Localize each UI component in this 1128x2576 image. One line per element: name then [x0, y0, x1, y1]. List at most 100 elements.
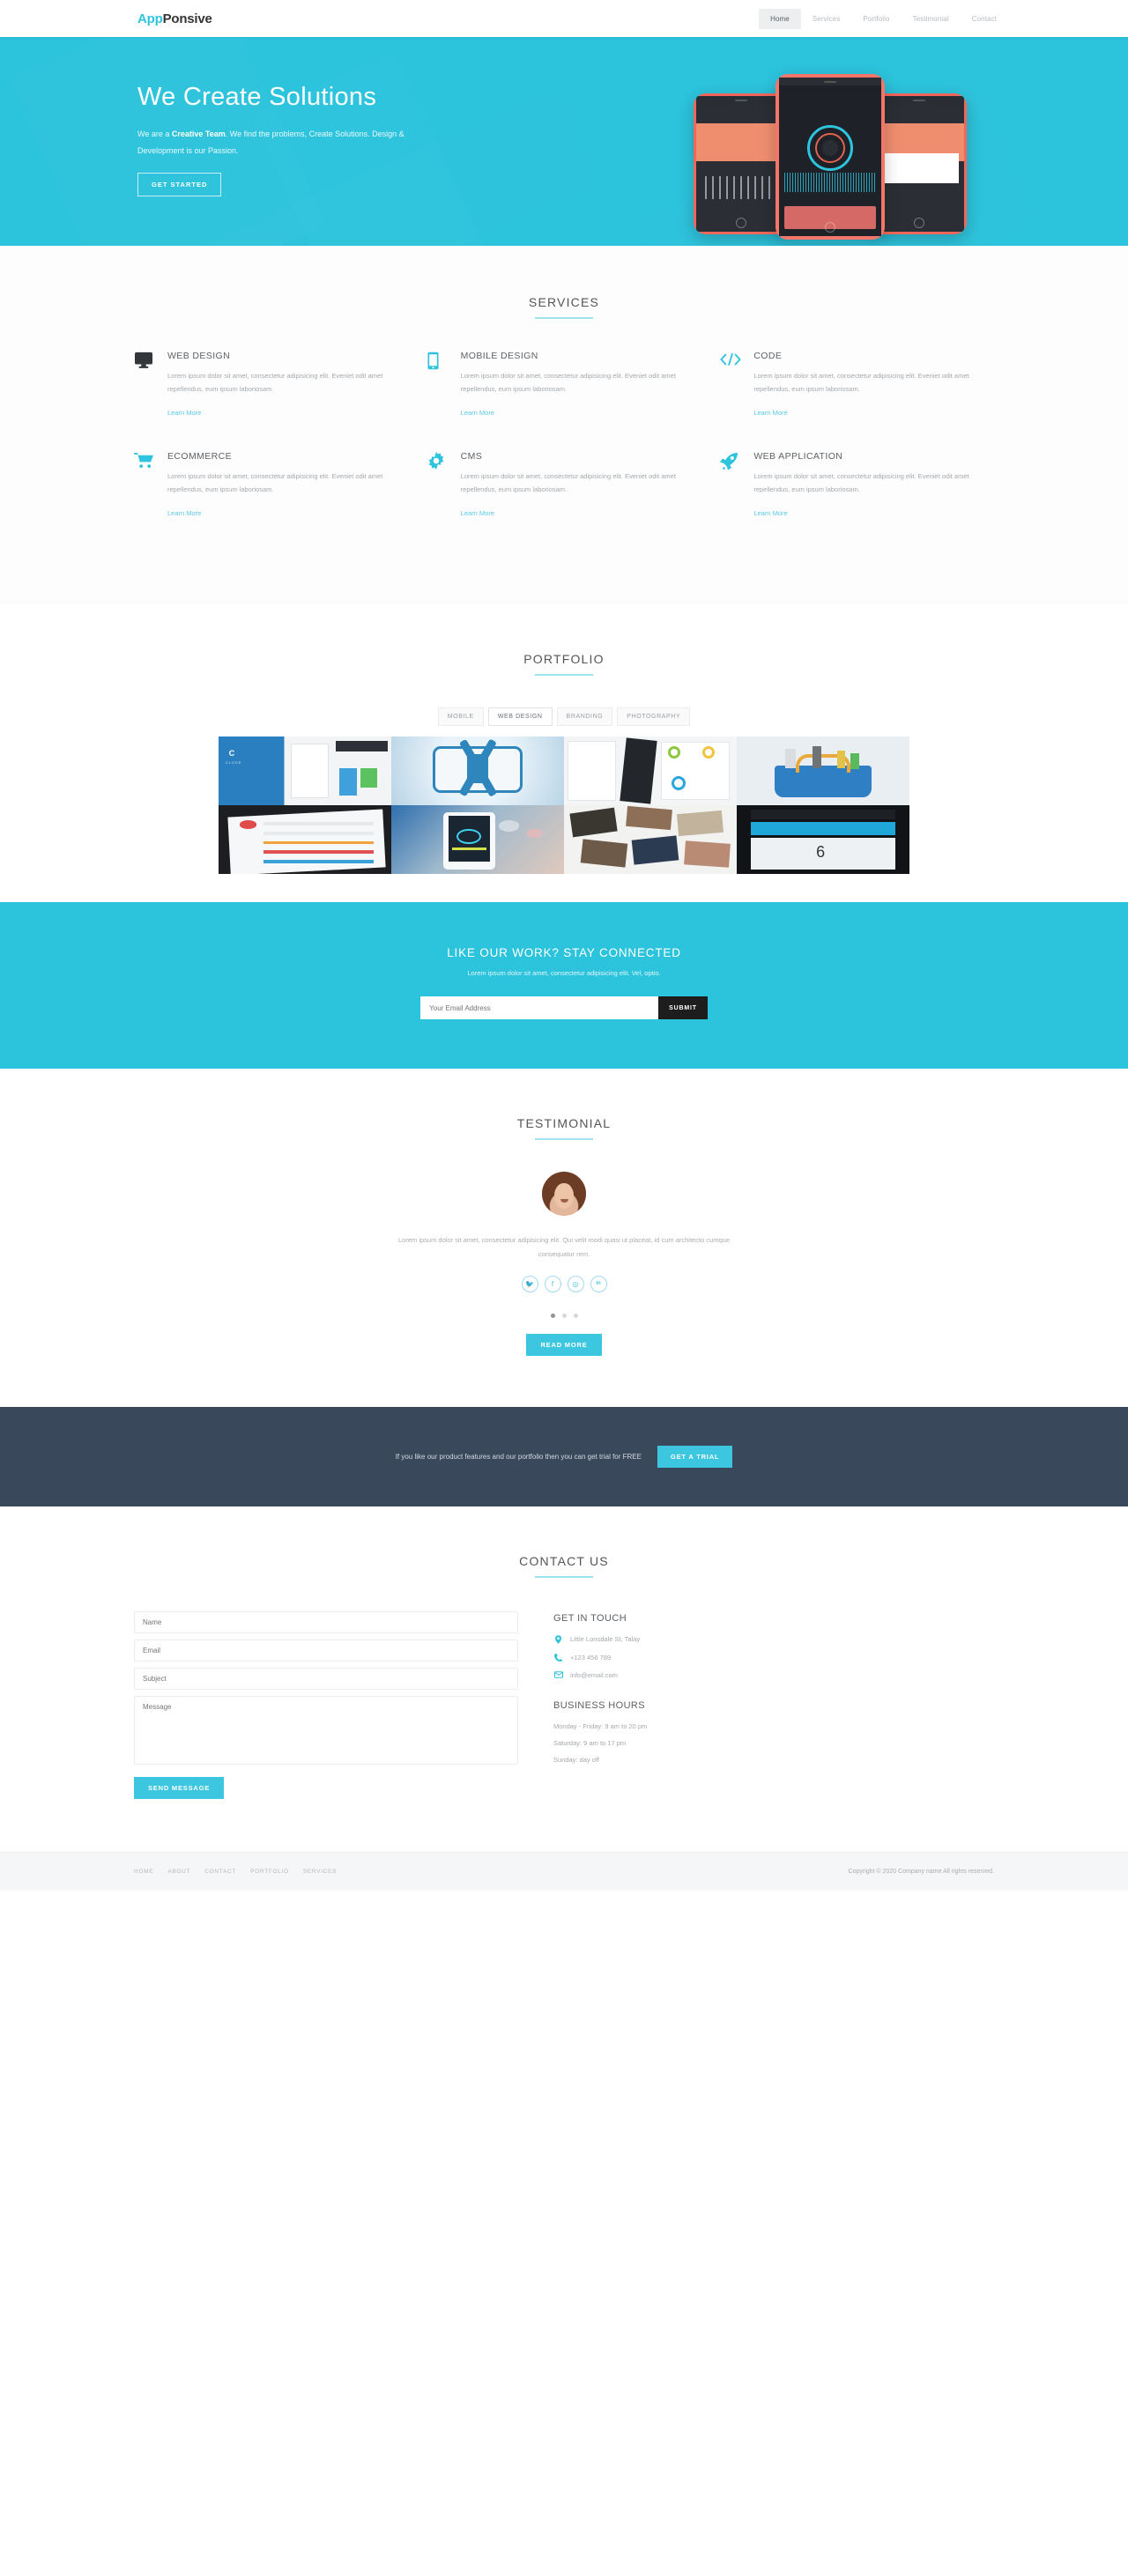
name-field[interactable]	[134, 1610, 518, 1633]
portfolio-item-toolbag-icon[interactable]	[737, 737, 909, 805]
nav-item-testimonial[interactable]: Testimonial	[902, 9, 961, 29]
twitter-icon[interactable]: 🐦	[521, 1275, 538, 1292]
read-more-button[interactable]: READ MORE	[526, 1333, 602, 1356]
phone-left	[694, 93, 789, 234]
copyright-text: Copyright © 2020 Company name All rights…	[848, 1869, 994, 1875]
filter-mobile[interactable]: MOBILE	[437, 707, 484, 726]
phone-center	[776, 74, 885, 240]
phone-text: +123 456 789	[570, 1653, 612, 1662]
footer-link-services[interactable]: SERVICES	[303, 1869, 337, 1875]
heading-rule	[535, 674, 593, 676]
address-text: Little Lonsdale St, Talay	[570, 1635, 641, 1643]
service-learn-more-link[interactable]: Learn More	[167, 509, 201, 517]
email-row: info@email.com	[553, 1671, 647, 1679]
newsletter-form: SUBMIT	[0, 996, 1128, 1019]
service-card-code: CODE Lorem ipsum dolor sit amet, consect…	[720, 351, 994, 419]
filter-photography[interactable]: PHOTOGRAPHY	[617, 707, 691, 726]
business-hours-line: Monday - Friday: 9 am to 20 pm	[553, 1721, 648, 1730]
service-description: Lorem ipsum dolor sit amet, consectetur …	[167, 372, 383, 393]
footer-links: HOME ABOUT CONTACT PORTFOLIO SERVICES	[134, 1869, 337, 1875]
hero-subtitle: We are a Creative Team. We find the prob…	[137, 126, 428, 159]
services-grid: WEB DESIGN Lorem ipsum dolor sit amet, c…	[113, 351, 1015, 551]
footer-link-portfolio[interactable]: PORTFOLIO	[250, 1869, 289, 1875]
hero-section: We Create Solutions We are a Creative Te…	[0, 37, 1128, 246]
logo-part-app: App	[137, 11, 163, 26]
footer-link-home[interactable]: HOME	[134, 1869, 153, 1875]
instagram-icon[interactable]: ◎	[567, 1275, 584, 1292]
nav-item-home[interactable]: Home	[759, 8, 801, 29]
logo-part-ponsive: Ponsive	[162, 11, 212, 26]
service-title: ECOMMERCE	[167, 451, 233, 462]
portfolio-item-dashboard-ui[interactable]	[564, 737, 737, 805]
hero-sub-bold: Creative Team	[171, 130, 226, 139]
service-learn-more-link[interactable]: Learn More	[461, 509, 494, 517]
contact-heading-block: CONTACT US	[113, 1554, 1015, 1578]
nav-item-portfolio[interactable]: Portfolio	[851, 9, 901, 29]
service-description: Lorem ipsum dolor sit amet, consectetur …	[460, 472, 676, 493]
service-card-cms: CMS Lorem ipsum dolor sit amet, consecte…	[427, 451, 701, 520]
portfolio-item-photo-cards[interactable]	[564, 805, 737, 874]
message-field[interactable]	[134, 1695, 518, 1765]
filter-branding[interactable]: BRANDING	[556, 707, 613, 726]
get-a-trial-button[interactable]: GET A TRIAL	[657, 1445, 733, 1468]
footer-link-contact[interactable]: CONTACT	[204, 1869, 236, 1875]
business-hours-title: BUSINESS HOURS	[553, 1699, 646, 1711]
phone-icon	[553, 1653, 563, 1662]
newsletter-email-input[interactable]	[420, 996, 659, 1019]
hero-copy: We Create Solutions We are a Creative Te…	[137, 83, 508, 197]
hero-sub-pre: We are a	[137, 130, 172, 139]
subject-field[interactable]	[134, 1667, 518, 1690]
send-message-button[interactable]: SEND MESSAGE	[134, 1776, 225, 1799]
carousel-dot-3[interactable]	[573, 1313, 578, 1318]
testimonial-quote: Lorem ipsum dolor sit amet, consectetur …	[397, 1236, 730, 1258]
site-logo[interactable]: AppPonsive	[137, 11, 212, 26]
service-learn-more-link[interactable]: Learn More	[753, 509, 787, 517]
hero-title: We Create Solutions	[137, 83, 377, 111]
service-learn-more-link[interactable]: Learn More	[461, 409, 494, 417]
portfolio-item-dark-tablet-ui[interactable]: 6	[737, 805, 909, 874]
footer-link-about[interactable]: ABOUT	[167, 1869, 190, 1875]
newsletter-subtitle: Lorem ipsum dolor sit amet, consectetur …	[467, 969, 661, 977]
business-hours: BUSINESS HOURS Monday - Friday: 9 am to …	[553, 1700, 647, 1764]
nav-item-contact[interactable]: Contact	[961, 9, 1008, 29]
service-card-mobile-design: MOBILE DESIGN Lorem ipsum dolor sit amet…	[427, 351, 701, 419]
carousel-dot-2[interactable]	[561, 1313, 567, 1318]
service-title: CMS	[460, 451, 483, 462]
get-started-button[interactable]: GET STARTED	[137, 173, 222, 197]
get-in-touch-title: GET IN TOUCH	[553, 1612, 627, 1624]
monitor-icon	[134, 351, 157, 419]
carousel-dot-1[interactable]	[550, 1313, 555, 1318]
envelope-icon	[553, 1671, 563, 1678]
nav-item-services[interactable]: Services	[801, 9, 851, 29]
mobile-icon	[427, 351, 450, 419]
carousel-dots	[0, 1313, 1128, 1318]
service-title: MOBILE DESIGN	[460, 351, 538, 361]
testimonial-heading-block: TESTIMONIAL	[0, 1116, 1128, 1140]
filter-web-design[interactable]: WEB DESIGN	[487, 707, 553, 726]
portfolio-item-phone-in-hand[interactable]	[391, 805, 564, 874]
location-pin-icon	[553, 1634, 563, 1644]
hero-phones-image	[694, 74, 967, 246]
service-learn-more-link[interactable]: Learn More	[753, 409, 787, 417]
business-hours-line: Saturday: 9 am to 17 pm	[553, 1738, 627, 1747]
service-learn-more-link[interactable]: Learn More	[167, 409, 201, 417]
portfolio-item-medical-app-icon[interactable]	[391, 737, 564, 805]
service-title: WEB APPLICATION	[753, 451, 843, 462]
service-description: Lorem ipsum dolor sit amet, consectetur …	[753, 372, 969, 393]
newsletter-submit-button[interactable]: SUBMIT	[658, 996, 708, 1019]
portfolio-grid: C CLOSE 6	[219, 737, 909, 874]
portfolio-heading-block: PORTFOLIO	[0, 652, 1128, 676]
portfolio-filters: MOBILE WEB DESIGN BRANDING PHOTOGRAPHY	[0, 707, 1128, 726]
linkedin-icon[interactable]: in	[590, 1275, 607, 1292]
primary-nav: Home Services Portfolio Testimonial Cont…	[759, 8, 1008, 29]
portfolio-section: PORTFOLIO MOBILE WEB DESIGN BRANDING PHO…	[0, 604, 1128, 874]
portfolio-item-close-app-ui[interactable]: C CLOSE	[219, 737, 391, 805]
service-description: Lorem ipsum dolor sit amet, consectetur …	[753, 472, 969, 493]
service-card-ecommerce: ECOMMERCE Lorem ipsum dolor sit amet, co…	[134, 451, 408, 520]
contact-heading: CONTACT US	[519, 1553, 609, 1568]
facebook-icon[interactable]: f	[544, 1275, 561, 1292]
code-icon	[720, 351, 743, 419]
portfolio-item-tablet-dashboard[interactable]	[219, 805, 391, 874]
email-field[interactable]	[134, 1639, 518, 1662]
testimonial-heading: TESTIMONIAL	[516, 1116, 612, 1130]
